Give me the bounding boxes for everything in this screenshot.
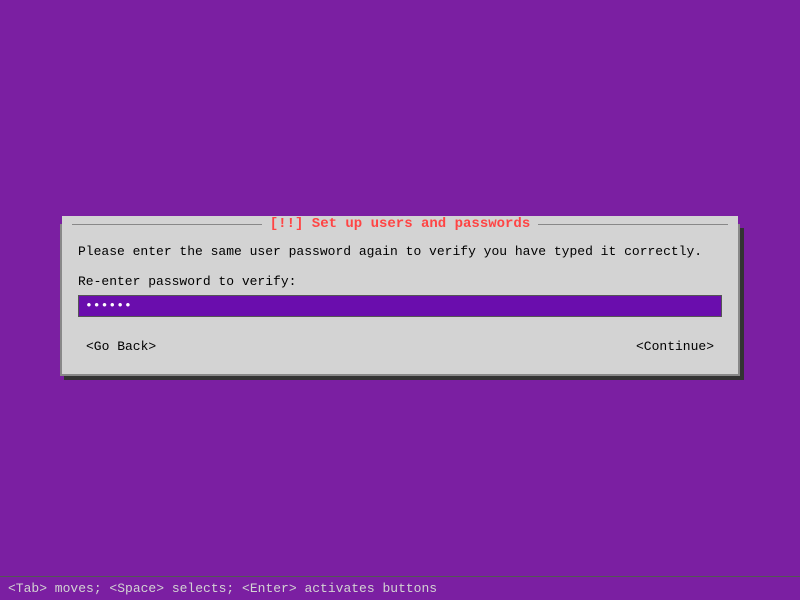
field-label: Re-enter password to verify: [78, 274, 722, 289]
description-text: Please enter the same user password agai… [78, 242, 722, 262]
go-back-button[interactable]: <Go Back> [78, 337, 164, 356]
dialog-title-bar: [!!] Set up users and passwords [62, 216, 738, 232]
continue-button[interactable]: <Continue> [628, 337, 722, 356]
dialog-box: [!!] Set up users and passwords Please e… [60, 224, 740, 376]
password-field-container [78, 295, 722, 317]
password-input[interactable] [78, 295, 722, 317]
dialog-title: [!!] Set up users and passwords [262, 216, 538, 232]
status-bar: <Tab> moves; <Space> selects; <Enter> ac… [0, 576, 800, 600]
title-line-left [72, 224, 262, 225]
dialog-content: Please enter the same user password agai… [62, 232, 738, 374]
status-bar-text: <Tab> moves; <Space> selects; <Enter> ac… [8, 581, 437, 596]
title-line-right [538, 224, 728, 225]
button-row: <Go Back> <Continue> [78, 333, 722, 358]
